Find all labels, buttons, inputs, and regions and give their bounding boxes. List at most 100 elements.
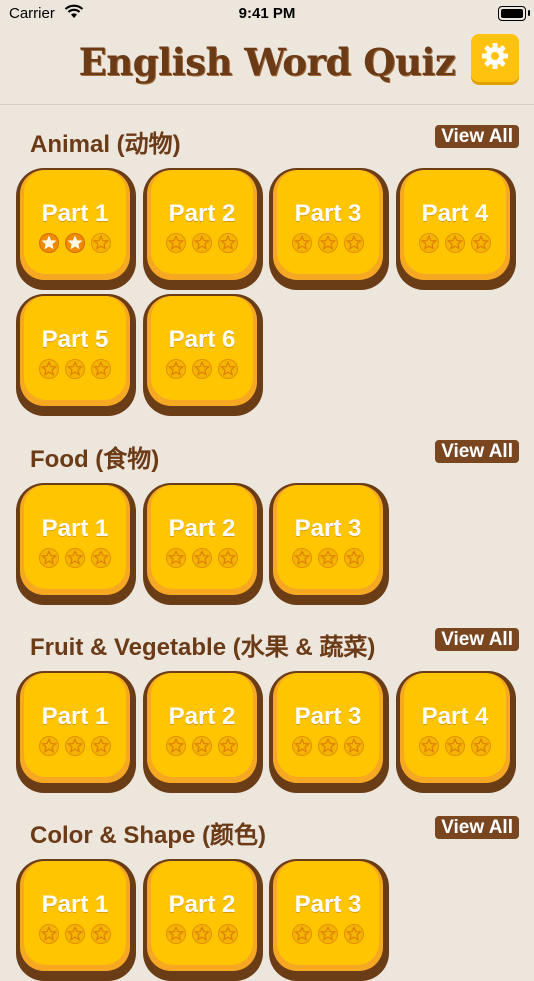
star-icon (292, 548, 312, 568)
star-icon (318, 924, 338, 944)
card-inner: Part 3 (273, 485, 383, 595)
star-rating (277, 548, 379, 568)
star-icon (218, 359, 238, 379)
card-inner: Part 2 (147, 673, 257, 783)
card-face: Part 3 (277, 170, 379, 274)
card-inner: Part 3 (273, 673, 383, 783)
card-inner: Part 1 (20, 673, 130, 783)
star-rating (24, 233, 126, 253)
part-label: Part 2 (168, 515, 236, 542)
card-face: Part 2 (151, 861, 253, 965)
star-rating (277, 233, 379, 253)
part-card[interactable]: Part 6 (143, 294, 263, 416)
star-rating (24, 736, 126, 756)
section-animal: Animal (动物) View All Part 1 Part 2 Part … (0, 124, 534, 424)
part-label: Part 2 (168, 200, 236, 227)
star-icon (39, 359, 59, 379)
part-card[interactable]: Part 2 (143, 168, 263, 290)
star-icon (65, 924, 85, 944)
star-icon (318, 736, 338, 756)
part-card[interactable]: Part 1 (16, 483, 136, 605)
part-card[interactable]: Part 2 (143, 859, 263, 981)
section-title: Animal (动物) (30, 131, 181, 158)
card-face: Part 1 (24, 861, 126, 965)
part-card[interactable]: Part 5 (16, 294, 136, 416)
part-card[interactable]: Part 3 (269, 671, 389, 793)
star-icon (91, 924, 111, 944)
part-card[interactable]: Part 3 (269, 168, 389, 290)
part-label: Part 1 (41, 515, 109, 542)
part-card[interactable]: Part 2 (143, 483, 263, 605)
view-all-button[interactable]: View All (435, 816, 519, 839)
star-rating (24, 924, 126, 944)
star-icon (91, 548, 111, 568)
star-icon (39, 924, 59, 944)
star-icon (419, 736, 439, 756)
part-label: Part 5 (41, 326, 109, 353)
part-label: Part 4 (421, 703, 489, 730)
star-icon (218, 924, 238, 944)
star-icon (39, 736, 59, 756)
star-icon (344, 736, 364, 756)
star-icon (166, 548, 186, 568)
card-face: Part 2 (151, 673, 253, 777)
star-icon (292, 736, 312, 756)
part-label: Part 1 (41, 200, 109, 227)
star-rating (404, 736, 506, 756)
part-label: Part 3 (294, 200, 362, 227)
part-card[interactable]: Part 3 (269, 483, 389, 605)
star-icon (471, 233, 491, 253)
card-face: Part 3 (277, 861, 379, 965)
view-all-button[interactable]: View All (435, 440, 519, 463)
star-rating (151, 736, 253, 756)
star-icon (344, 548, 364, 568)
part-label: Part 3 (294, 891, 362, 918)
star-icon (445, 233, 465, 253)
view-all-button[interactable]: View All (435, 125, 519, 148)
star-icon (166, 233, 186, 253)
star-icon (166, 924, 186, 944)
section-color-shape: Color & Shape (颜色) View All Part 1 Part … (0, 815, 534, 981)
part-card[interactable]: Part 4 (396, 671, 516, 793)
star-icon (344, 924, 364, 944)
star-icon (65, 548, 85, 568)
part-card[interactable]: Part 2 (143, 671, 263, 793)
part-label: Part 1 (41, 891, 109, 918)
card-inner: Part 3 (273, 170, 383, 280)
part-card[interactable]: Part 4 (396, 168, 516, 290)
card-face: Part 5 (24, 296, 126, 400)
star-icon (318, 548, 338, 568)
card-face: Part 1 (24, 673, 126, 777)
part-card[interactable]: Part 1 (16, 859, 136, 981)
star-icon (91, 736, 111, 756)
part-card[interactable]: Part 1 (16, 168, 136, 290)
card-face: Part 6 (151, 296, 253, 400)
star-icon (218, 736, 238, 756)
part-label: Part 2 (168, 891, 236, 918)
star-icon (91, 233, 111, 253)
card-inner: Part 4 (400, 170, 510, 280)
view-all-button[interactable]: View All (435, 628, 519, 651)
card-inner: Part 2 (147, 170, 257, 280)
star-icon (218, 548, 238, 568)
clock: 9:41 PM (238, 5, 296, 22)
card-face: Part 2 (151, 485, 253, 589)
star-rating (24, 359, 126, 379)
part-card[interactable]: Part 3 (269, 859, 389, 981)
star-icon (39, 233, 59, 253)
section-title: Food (食物) (30, 446, 160, 473)
star-rating (151, 548, 253, 568)
star-icon (65, 736, 85, 756)
settings-button[interactable] (471, 34, 519, 82)
star-icon (65, 233, 85, 253)
star-icon (344, 233, 364, 253)
part-label: Part 6 (168, 326, 236, 353)
star-icon (166, 736, 186, 756)
star-rating (404, 233, 506, 253)
card-inner: Part 5 (20, 296, 130, 406)
part-card[interactable]: Part 1 (16, 671, 136, 793)
card-inner: Part 1 (20, 861, 130, 971)
star-rating (151, 924, 253, 944)
star-icon (91, 359, 111, 379)
card-face: Part 4 (404, 170, 506, 274)
